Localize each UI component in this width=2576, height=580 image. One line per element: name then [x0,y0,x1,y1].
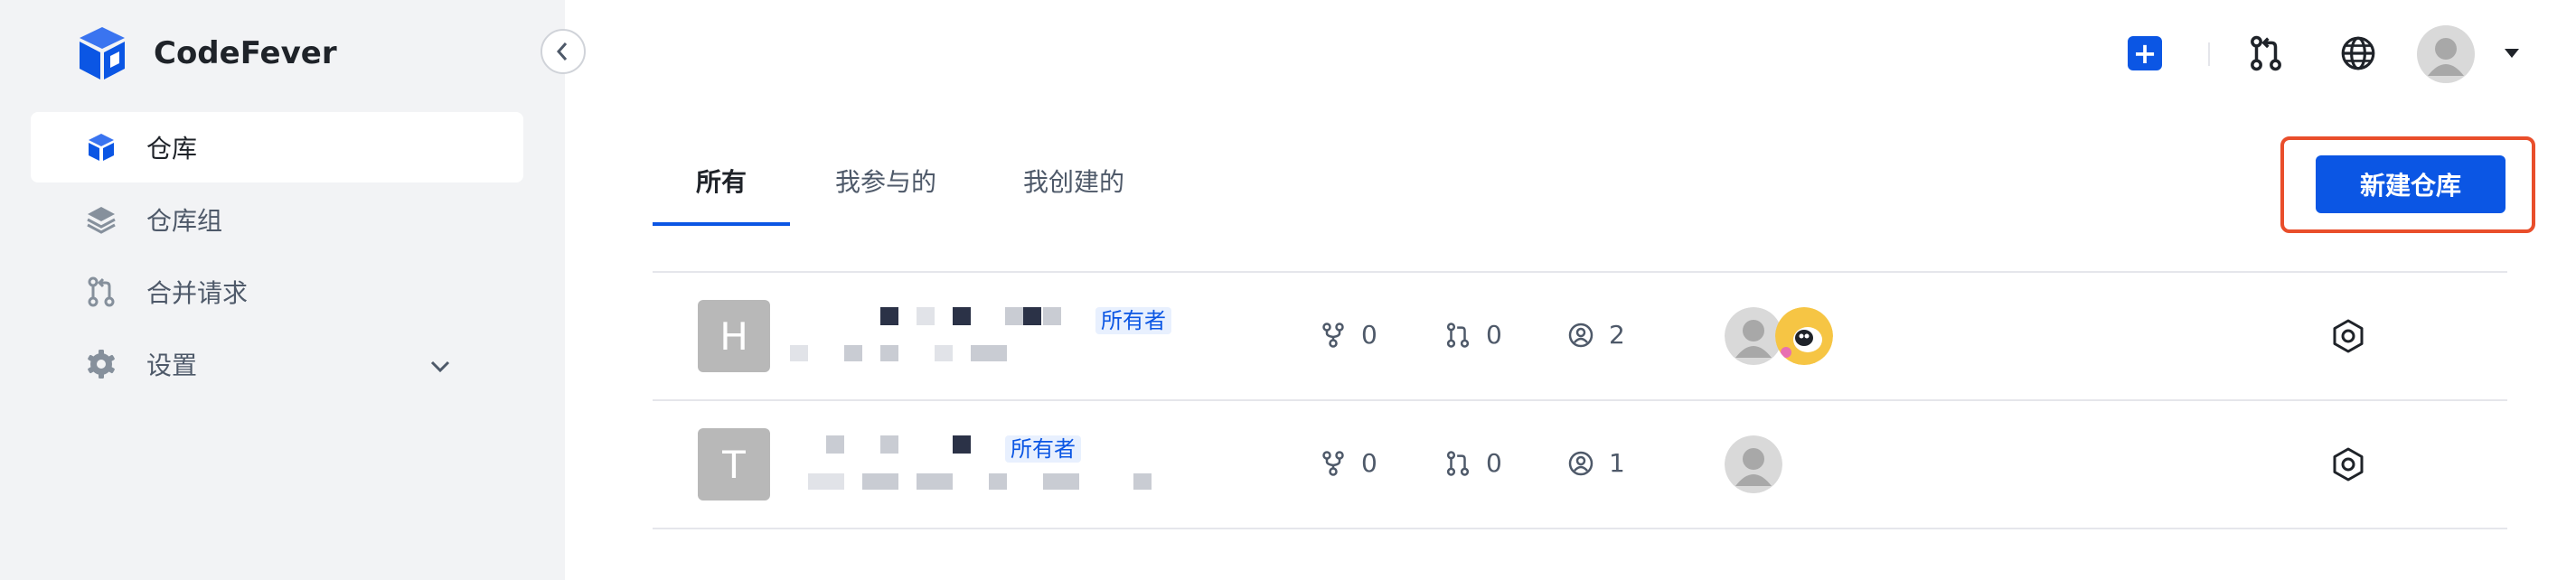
tab-created[interactable]: 我创建的 [1023,163,1124,199]
merge-request-count: 0 [1444,448,1502,478]
member-count-value: 2 [1609,320,1625,350]
sidebar-item-merge-requests[interactable]: 合并请求 [31,257,523,327]
owner-badge: 所有者 [1095,307,1171,334]
codefever-logo-icon [80,27,125,80]
brand-name: CodeFever [154,35,337,71]
cube-icon [89,134,114,161]
sidebar-item-repos[interactable]: 仓库 [31,112,523,182]
sidebar-item-label: 仓库 [146,134,198,164]
new-repo-button[interactable]: 新建仓库 [2316,155,2505,213]
language-button[interactable] [2339,34,2377,72]
merge-request-icon [88,276,115,307]
active-tab-indicator [653,222,790,226]
merge-request-count-value: 0 [1486,320,1502,350]
sidebar: CodeFever 仓库 仓库组 合并请求 设置 [0,0,565,580]
chevron-down-icon[interactable] [427,352,454,379]
gear-icon [88,350,115,379]
add-new-button[interactable]: + [2128,36,2162,70]
fork-icon [1322,450,1344,476]
tab-all[interactable]: 所有 [696,163,747,199]
header-divider [2208,42,2210,66]
member-avatar[interactable] [1725,307,1782,365]
chevron-left-icon [556,42,568,61]
sidebar-item-settings[interactable]: 设置 [31,329,523,399]
table-divider [653,528,2507,529]
member-avatar[interactable] [1725,435,1782,493]
repo-avatar: T [698,428,770,500]
sidebar-nav: 仓库 仓库组 合并请求 设置 [31,112,523,401]
sidebar-item-label: 合并请求 [146,278,249,308]
fork-icon [1322,322,1344,348]
globe-icon [2341,36,2375,70]
plus-icon: + [2132,36,2158,70]
sidebar-item-label: 仓库组 [146,206,223,236]
app-root: CodeFever 仓库 仓库组 合并请求 设置 + 所有 我参与的 我创建的 … [0,0,2576,580]
brand[interactable]: CodeFever [71,22,337,85]
sidebar-item-repo-groups[interactable]: 仓库组 [31,184,523,255]
merge-request-icon [2251,35,2281,71]
merge-request-icon [1446,322,1470,348]
fork-count-value: 0 [1361,448,1377,478]
member-count: 1 [1567,448,1625,478]
fork-count-value: 0 [1361,320,1377,350]
sidebar-item-label: 设置 [146,351,198,380]
member-count-value: 1 [1609,448,1625,478]
member-count: 2 [1567,320,1625,350]
caret-down-icon[interactable] [2503,47,2521,60]
table-row[interactable]: H 所有者 0 0 2 [653,273,2507,399]
user-circle-icon [1568,451,1594,475]
member-avatar-sheep[interactable] [1775,307,1833,365]
layers-icon [87,207,116,234]
user-avatar[interactable] [2417,25,2475,83]
repo-avatar: H [698,300,770,372]
merge-request-count-value: 0 [1486,448,1502,478]
merge-request-count: 0 [1444,320,1502,350]
fork-count: 0 [1320,448,1377,478]
merge-request-icon [1446,450,1470,476]
user-circle-icon [1568,323,1594,347]
merge-requests-header-button[interactable] [2247,34,2285,72]
sidebar-collapse-button[interactable] [541,29,586,74]
repo-settings-icon[interactable] [2330,318,2366,354]
owner-badge: 所有者 [1005,435,1081,463]
repo-settings-icon[interactable] [2330,446,2366,482]
table-row[interactable]: T 所有者 0 0 1 [653,401,2507,528]
fork-count: 0 [1320,320,1377,350]
tab-participated[interactable]: 我参与的 [835,163,936,199]
